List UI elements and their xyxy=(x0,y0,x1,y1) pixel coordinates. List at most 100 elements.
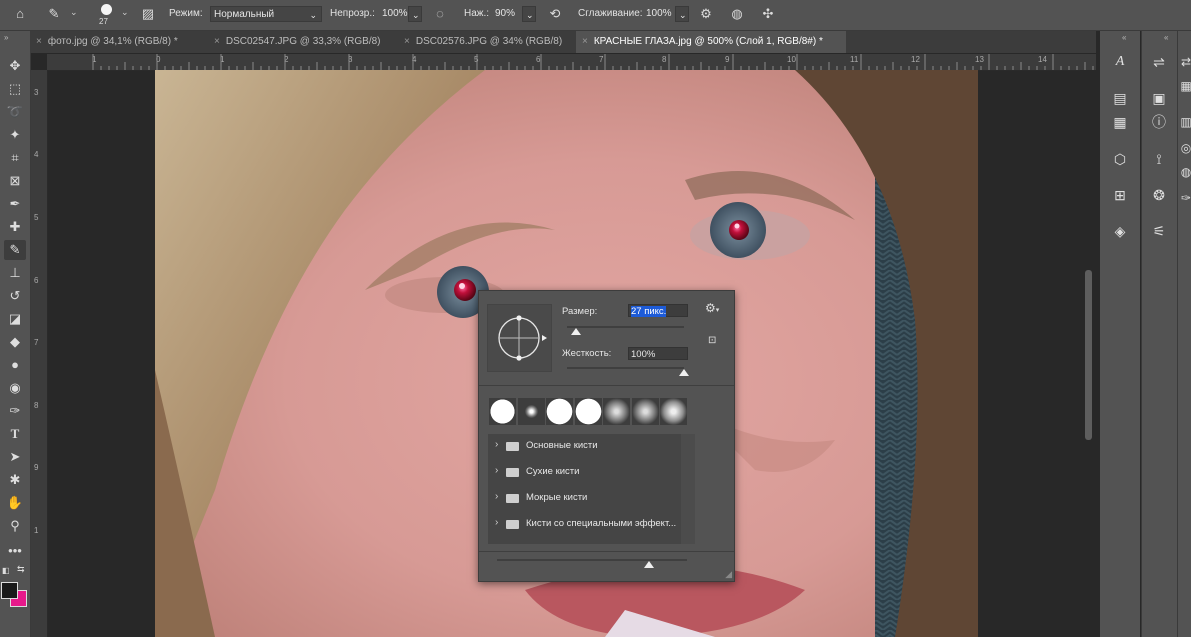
history-brush-tool-icon[interactable]: ↺ xyxy=(4,286,26,306)
channels-panel-icon[interactable]: ▣ xyxy=(1147,87,1171,109)
brush-preset-hard-round-pressure[interactable] xyxy=(574,398,602,425)
smoothing-field[interactable]: 100% xyxy=(643,6,673,22)
layers-panel-icon[interactable]: ◈ xyxy=(1108,220,1132,242)
blur-tool-icon[interactable]: ● xyxy=(4,355,26,375)
tab-dsc02576[interactable]: × DSC02576.JPG @ 34% (RGB/8) xyxy=(398,31,576,53)
adjustments-panel-icon[interactable]: ⚟ xyxy=(1147,220,1171,242)
type-tool-icon[interactable]: T xyxy=(4,424,26,444)
brush-tool-icon[interactable]: ✎ xyxy=(4,240,26,260)
close-icon[interactable]: × xyxy=(582,36,588,47)
swatches-panel-icon[interactable]: ▦ xyxy=(1174,75,1191,97)
paragraph-panel-icon[interactable]: ▤ xyxy=(1108,87,1132,109)
brush-size-chevron-icon[interactable]: ⌄ xyxy=(121,7,129,18)
tab-dsc02547[interactable]: × DSC02547.JPG @ 33,3% (RGB/8) xyxy=(208,31,398,53)
color-panel-icon[interactable]: ❂ xyxy=(1147,184,1171,206)
foreground-color-swatch[interactable] xyxy=(1,582,18,599)
opacity-dropdown[interactable]: ⌄ xyxy=(408,6,422,22)
home-icon[interactable]: ⌂ xyxy=(10,4,30,24)
notes-panel-icon[interactable]: ▦ xyxy=(1108,111,1132,133)
zoom-tool-icon[interactable]: ⚲ xyxy=(4,516,26,536)
tab-photo[interactable]: × фото.jpg @ 34,1% (RGB/8) * xyxy=(30,31,208,53)
clone-source-panel-icon[interactable]: ◍ xyxy=(1174,161,1191,183)
path-selection-tool-icon[interactable]: ➤ xyxy=(4,447,26,467)
brush-preset-hard-round[interactable] xyxy=(489,398,516,425)
dodge-tool-icon[interactable]: ◉ xyxy=(4,378,26,398)
healing-brush-tool-icon[interactable]: ✚ xyxy=(4,217,26,237)
info-icon[interactable]: ⓘ xyxy=(1147,111,1171,133)
tab-red-eyes[interactable]: × КРАСНЫЕ ГЛАЗА.jpg @ 500% (Слой 1, RGB/8… xyxy=(576,31,846,53)
opacity-pressure-icon[interactable]: ◌ xyxy=(430,4,450,24)
brush-preset-soft-round-airbrush[interactable] xyxy=(603,398,630,425)
close-icon[interactable]: × xyxy=(214,36,220,47)
marquee-tool-icon[interactable]: ⬚ xyxy=(4,79,26,99)
resize-grip-icon[interactable]: ◢ xyxy=(725,569,732,580)
history-panel-icon[interactable]: ⇄ xyxy=(1174,51,1191,73)
brush-tool-preset-icon[interactable]: ✎ xyxy=(44,4,64,24)
smoothing-dropdown[interactable]: ⌄ xyxy=(675,6,689,22)
chevron-right-icon[interactable]: › xyxy=(495,439,498,450)
collapse-icon[interactable]: « xyxy=(1164,33,1168,42)
pressure-field[interactable]: 90% xyxy=(492,6,520,22)
hardness-input[interactable]: 100% xyxy=(628,347,688,360)
reset-brush-icon[interactable]: ⊡ xyxy=(708,335,716,346)
quick-selection-tool-icon[interactable]: ✦ xyxy=(4,125,26,145)
pressure-dropdown[interactable]: ⌄ xyxy=(522,6,536,22)
hardness-slider-thumb[interactable] xyxy=(679,369,689,376)
vertical-scrollbar[interactable] xyxy=(1080,70,1096,637)
collapse-icon[interactable]: « xyxy=(1122,33,1126,42)
paths-panel-icon[interactable]: ⟟ xyxy=(1147,148,1171,170)
opacity-field[interactable]: 100% xyxy=(379,6,408,22)
gear-icon[interactable]: ⚙ xyxy=(696,4,716,24)
airbrush-icon[interactable]: ⟲ xyxy=(545,4,565,24)
brush-preset-soft-round-pressure[interactable] xyxy=(631,398,659,425)
folder-list-scrollbar[interactable] xyxy=(681,434,695,544)
preview-size-slider-thumb[interactable] xyxy=(644,561,654,568)
chevron-right-icon[interactable]: › xyxy=(495,465,498,476)
brush-preset-hard-round-large[interactable] xyxy=(546,398,573,425)
chevron-right-icon[interactable]: › xyxy=(495,517,498,528)
folder-general-brushes[interactable]: › Основные кисти xyxy=(488,434,681,459)
brush-preset-soft-round-large[interactable] xyxy=(660,398,687,425)
swap-colors-icon[interactable]: ⇆ xyxy=(17,564,25,575)
clone-stamp-tool-icon[interactable]: ⊥ xyxy=(4,263,26,283)
mode-select[interactable]: Нормальный ⌄ xyxy=(210,6,322,22)
paint-bucket-tool-icon[interactable]: ◆ xyxy=(4,332,26,352)
default-colors-icon[interactable]: ◧ xyxy=(2,566,10,575)
collapse-icon[interactable]: » xyxy=(4,33,8,42)
size-slider-thumb[interactable] xyxy=(571,328,582,335)
brush-settings-panel-icon[interactable]: ✑ xyxy=(1174,187,1191,209)
preview-size-slider-track[interactable] xyxy=(497,559,687,561)
crop-tool-icon[interactable]: ⌗ xyxy=(4,148,26,168)
brush-size-picker[interactable]: 27 xyxy=(97,3,117,29)
frame-tool-icon[interactable]: ⊠ xyxy=(4,171,26,191)
chevron-right-icon[interactable]: › xyxy=(495,491,498,502)
scrollbar-thumb[interactable] xyxy=(1085,270,1092,440)
brush-preset-soft-round-small[interactable] xyxy=(517,398,545,425)
eyedropper-tool-icon[interactable]: ✒ xyxy=(4,194,26,214)
properties-panel-icon[interactable]: ⇌ xyxy=(1147,51,1171,73)
close-icon[interactable]: × xyxy=(404,36,410,47)
brushes-panel-icon[interactable]: ◎ xyxy=(1174,137,1191,159)
eraser-tool-icon[interactable]: ◪ xyxy=(4,309,26,329)
timeline-panel-icon[interactable]: ⊞ xyxy=(1108,184,1132,206)
size-input[interactable]: 27 пикс. xyxy=(628,304,688,317)
size-slider-track[interactable] xyxy=(567,326,684,328)
brush-angle-preview[interactable] xyxy=(487,304,552,372)
3d-panel-icon[interactable]: ⬡ xyxy=(1108,148,1132,170)
folder-wet-media-brushes[interactable]: › Мокрые кисти xyxy=(488,486,681,511)
lasso-tool-icon[interactable]: ➰ xyxy=(4,102,26,122)
folder-dry-media-brushes[interactable]: › Сухие кисти xyxy=(488,460,681,485)
custom-shape-tool-icon[interactable]: ✱ xyxy=(4,470,26,490)
gear-icon[interactable]: ⚙▾ xyxy=(705,301,719,315)
pressure-size-icon[interactable]: ◍ xyxy=(727,4,747,24)
more-tools-icon[interactable]: ••• xyxy=(4,541,26,561)
libraries-panel-icon[interactable]: ▥ xyxy=(1174,111,1191,133)
chevron-down-icon[interactable]: ⌄ xyxy=(70,7,78,18)
pen-tool-icon[interactable]: ✑ xyxy=(4,401,26,421)
character-panel-icon[interactable]: A xyxy=(1108,51,1132,73)
brush-settings-panel-icon[interactable]: ▨ xyxy=(138,4,158,24)
symmetry-icon[interactable]: ✣ xyxy=(758,4,778,24)
folder-special-effects-brushes[interactable]: › Кисти со специальными эффект... xyxy=(488,512,681,537)
hardness-slider-track[interactable] xyxy=(567,367,684,369)
move-tool-icon[interactable]: ✥ xyxy=(4,56,26,76)
